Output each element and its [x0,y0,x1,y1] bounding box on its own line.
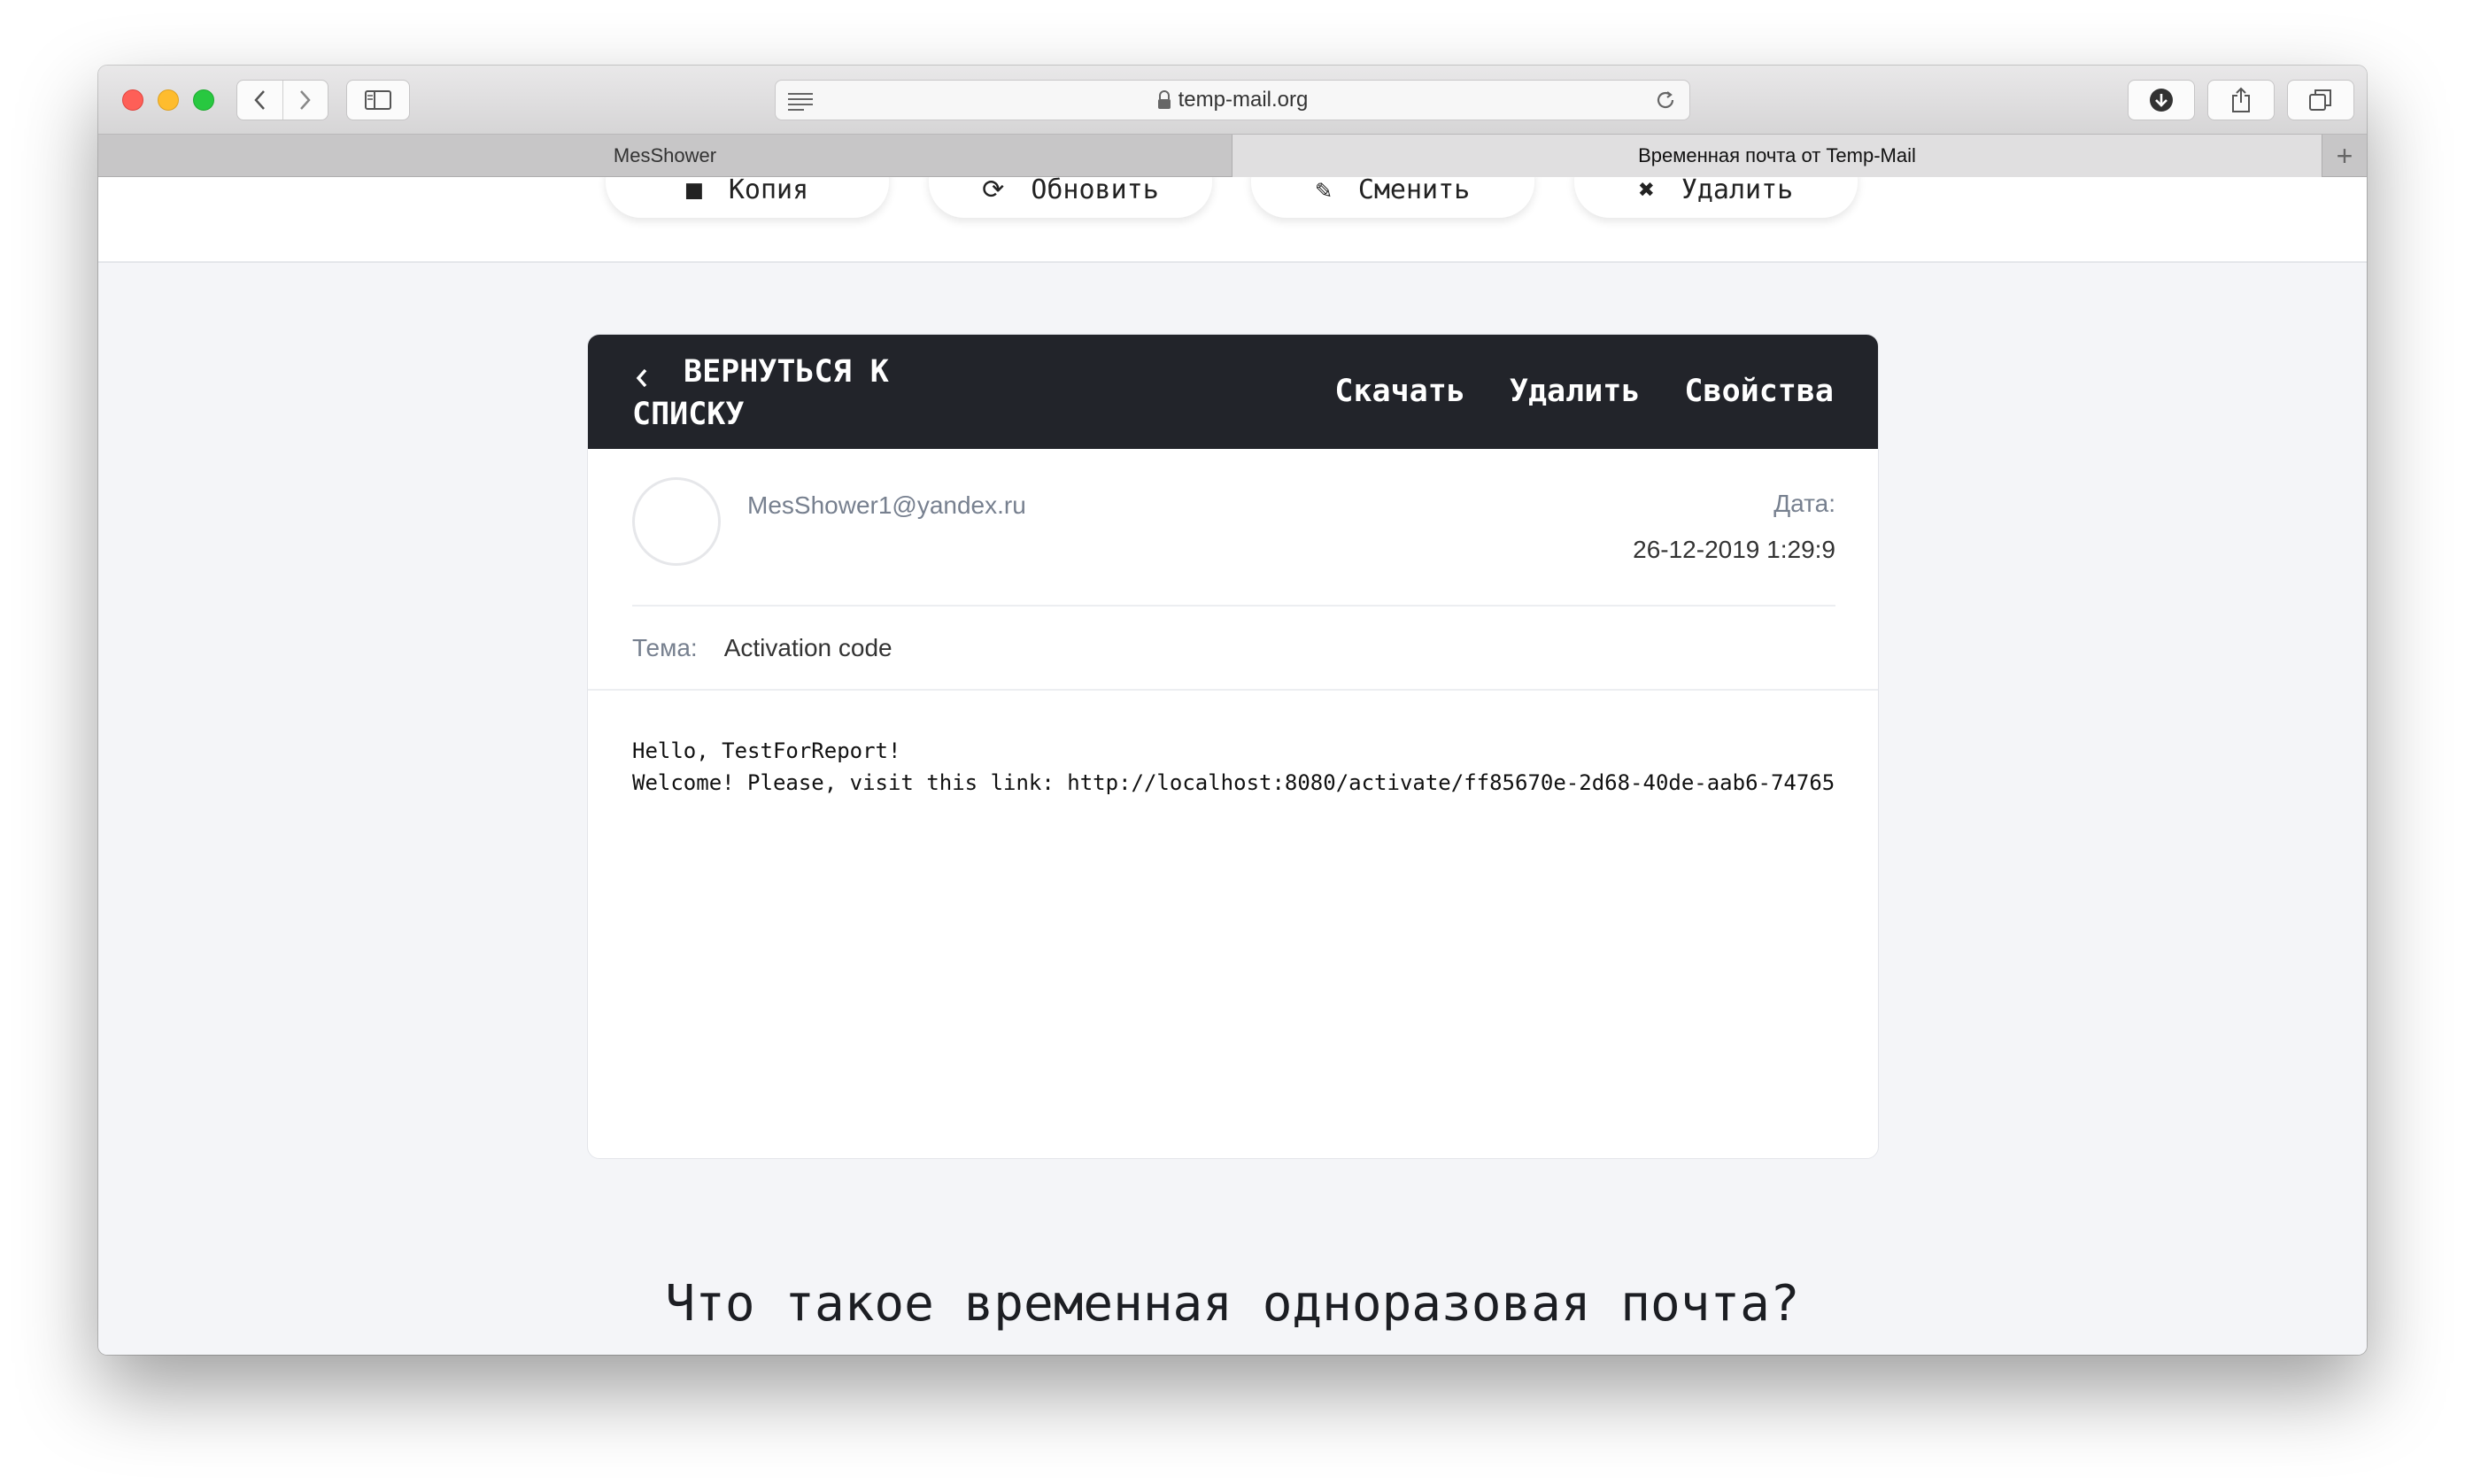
tab-temp-mail[interactable]: Временная почта от Temp-Mail [1232,135,2322,177]
chevron-right-icon [299,90,311,110]
message-meta: MesShower1@yandex.ru Дата: 26-12-2019 1:… [632,449,1835,607]
new-tab-button[interactable]: + [2322,135,2367,177]
faq-heading: Что такое временная одноразовая почта? [665,1275,1800,1333]
reload-icon[interactable] [1654,89,1677,112]
forward-button[interactable] [282,81,328,120]
subject-label: Тема: [632,633,698,661]
address-text: temp-mail.org [1178,88,1309,112]
body-line: Hello, TestForReport! [632,738,901,763]
divider [588,689,1878,691]
refresh-label: Обновить [1031,177,1159,205]
subject-row: Тема: Activation code [632,607,1835,689]
close-icon: ✖ [1638,177,1655,205]
back-to-list-button[interactable]: ВЕРНУТЬСЯ К СПИСКУ [632,351,951,432]
copy-label: Копия [728,177,809,205]
tab-overview-button[interactable] [2287,80,2354,120]
tab-label: Временная почта от Temp-Mail [1638,144,1916,166]
properties-button[interactable]: Свойства [1684,370,1834,413]
copy-icon: ■ [685,177,702,205]
tab-label: MesShower [613,144,717,166]
message-header: ВЕРНУТЬСЯ К СПИСКУ Скачать Удалить Свойс… [588,335,1878,449]
browser-toolbar: temp-mail.org [98,66,2367,135]
page-content: ■ Копия ⟳ Обновить ✎ Сменить ✖ Удалить ВЕРНУ… [98,177,2367,1355]
tab-messhower[interactable]: MesShower [98,135,1232,177]
mail-controls-strip: ■ Копия ⟳ Обновить ✎ Сменить ✖ Удалить [98,177,2367,263]
close-window-button[interactable] [122,89,143,111]
tab-bar: MesShower Временная почта от Temp-Mail + [98,135,2367,177]
minimize-window-button[interactable] [158,89,179,111]
change-label: Сменить [1357,177,1471,205]
share-button[interactable] [2207,80,2275,120]
download-button[interactable]: Скачать [1334,370,1465,413]
delete-message-button[interactable]: Удалить [1510,370,1641,413]
message-card: ВЕРНУТЬСЯ К СПИСКУ Скачать Удалить Свойс… [587,334,1879,1159]
zoom-window-button[interactable] [193,89,214,111]
refresh-icon: ⟳ [982,177,1005,205]
subject-value: Activation code [723,633,892,661]
refresh-button[interactable]: ⟳ Обновить [929,177,1212,218]
date-label: Дата: [1773,490,1835,517]
download-icon [2150,89,2173,112]
reader-icon[interactable] [788,91,813,111]
back-button[interactable] [237,81,282,120]
back-label-line2: СПИСКУ [632,397,745,432]
delete-mailbox-button[interactable]: ✖ Удалить [1574,177,1858,218]
message-body: Hello, TestForReport! Welcome! Please, vi… [632,735,1835,799]
change-button[interactable]: ✎ Сменить [1251,177,1534,218]
date-value: 26-12-2019 1:29:9 [1633,536,1835,563]
tabs-icon [2309,89,2331,111]
chevron-left-icon [254,90,266,110]
share-icon [2232,87,2250,112]
sidebar-icon [365,90,391,110]
delete-label: Удалить [1681,177,1794,205]
browser-window: temp-mail.org MesShower Временная почта … [98,66,2367,1355]
edit-icon: ✎ [1315,177,1332,205]
sender-address: MesShower1@yandex.ru [747,491,1026,519]
body-line-with-link: Welcome! Please, visit this link: http:/… [632,770,1835,795]
downloads-button[interactable] [2128,80,2195,120]
lock-icon [1157,90,1171,109]
avatar [632,477,721,566]
copy-button[interactable]: ■ Копия [606,177,889,218]
sidebar-toggle-button[interactable] [346,80,410,120]
address-bar[interactable]: temp-mail.org [775,80,1690,120]
message-actions: Скачать Удалить Свойства [1334,370,1834,413]
navigation-buttons [236,80,328,120]
plus-icon: + [2336,139,2353,172]
